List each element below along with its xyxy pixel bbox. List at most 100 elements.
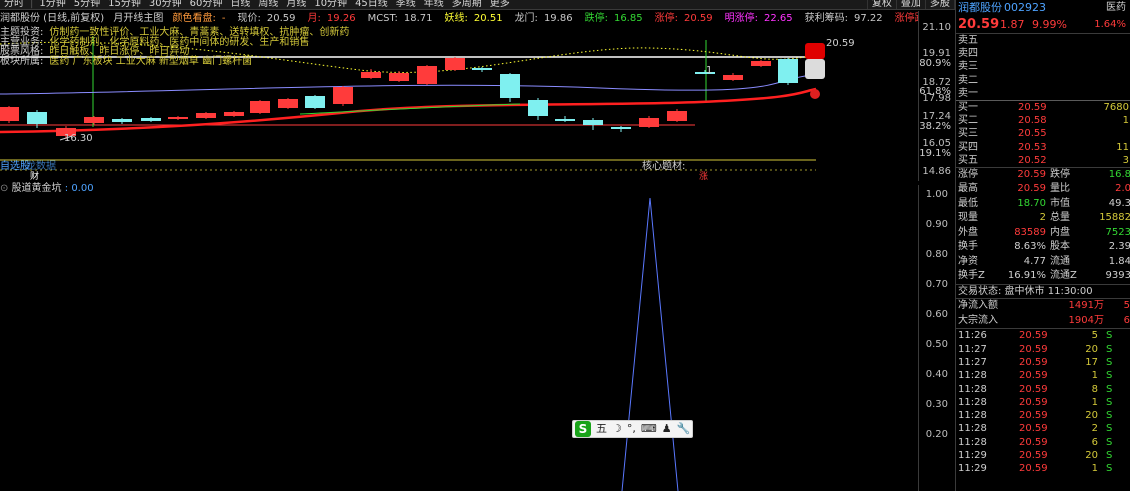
period-tab[interactable]: 45日线 — [351, 0, 392, 9]
tick-volume: 8 — [1091, 383, 1098, 395]
tick-row[interactable]: 11:28 20.59 20 S — [956, 409, 1130, 422]
tick-price: 20.59 — [1019, 423, 1048, 435]
tick-time: 11:29 — [958, 450, 987, 462]
tick-row[interactable]: 11:29 20.59 1 S — [956, 462, 1130, 475]
flow-label: 净流入额 — [958, 300, 998, 312]
tick-row[interactable]: 11:28 20.59 6 S — [956, 436, 1130, 449]
finance-badge[interactable]: 财 — [30, 172, 39, 182]
indicator-reading-value: - — [221, 13, 226, 24]
period-tab[interactable]: 1分钟 — [35, 0, 69, 9]
price-change-pct: 9.99% — [1032, 18, 1067, 31]
candle-body-up — [361, 72, 381, 78]
stat-value: 16.8 — [1108, 168, 1130, 180]
ime-settings-icon[interactable]: 🔧 — [677, 421, 691, 437]
stock-code: 002923 — [1004, 1, 1046, 14]
candle-body-down — [112, 119, 132, 122]
asks-label: 卖五 — [958, 35, 978, 46]
bids-row[interactable]: 买一 20.59 7680 — [956, 101, 1130, 114]
industry-name[interactable]: 医药 — [1106, 0, 1126, 16]
period-tab[interactable]: 多周期 — [448, 0, 486, 9]
tick-direction: S — [1106, 423, 1113, 435]
blue-ma-line — [0, 73, 821, 95]
limit-up-badge[interactable]: 涨 — [699, 172, 708, 182]
ime-keyboard-icon[interactable]: ⌨ — [641, 421, 657, 437]
red-ma-line — [0, 87, 817, 134]
stat-row: 净资 4.77 流通 1.84 — [956, 255, 1130, 270]
asks-row[interactable]: 卖五 — [956, 34, 1130, 47]
period-tab[interactable]: 月线 — [282, 0, 310, 9]
candle-body-up — [639, 118, 659, 127]
sub-indicator-svg — [621, 197, 679, 491]
price-axis-tick: 21.10 — [922, 22, 951, 33]
tick-row[interactable]: 11:29 20.59 20 S — [956, 449, 1130, 462]
ime-skin-icon[interactable]: ♟ — [662, 421, 672, 437]
period-tab[interactable]: 30分钟 — [145, 0, 186, 9]
period-tab[interactable]: 分时 — [0, 0, 28, 9]
period-tab[interactable]: 15分钟 — [104, 0, 145, 9]
flow-extra: 6 — [1123, 314, 1130, 326]
asks-row[interactable]: 卖二 — [956, 74, 1130, 87]
tick-direction: S — [1106, 463, 1113, 475]
tick-row[interactable]: 11:27 20.59 17 S — [956, 356, 1130, 369]
sub-axis-tick: 1.00 — [925, 189, 948, 200]
period-tab[interactable]: 10分钟 — [310, 0, 351, 9]
tick-price: 20.59 — [1019, 356, 1048, 368]
indicator-name[interactable]: 月开线主图 — [113, 13, 163, 24]
bids-row[interactable]: 买四 20.53 11 — [956, 141, 1130, 154]
period-tab[interactable]: 更多 — [486, 0, 514, 9]
stat-label: 涨停 — [958, 168, 978, 180]
ask-book: 卖五 卖四 卖三 卖二 卖一 — [956, 34, 1130, 100]
stat-value: 18.70 — [1017, 197, 1046, 209]
ime-halfwidth-icon[interactable]: ☽ — [612, 421, 622, 437]
toolbar-button[interactable]: 多股 — [924, 0, 954, 9]
bids-row[interactable]: 买二 20.58 1 — [956, 114, 1130, 127]
period-tab[interactable]: 年线 — [420, 0, 448, 9]
sub-indicator-chart[interactable] — [0, 195, 918, 491]
ime-logo-icon[interactable]: S — [575, 421, 591, 437]
toolbar-button[interactable]: 叠加 — [895, 0, 925, 9]
dragon-data-label: 龙数据 — [26, 161, 56, 172]
tick-row[interactable]: 11:26 20.59 5 S — [956, 329, 1130, 342]
period-tab[interactable]: 60分钟 — [186, 0, 227, 9]
stat-label: 总量 — [1050, 212, 1070, 224]
stat-value: 2.0 — [1115, 183, 1130, 195]
asks-row[interactable]: 卖三 — [956, 60, 1130, 73]
period-tab[interactable]: 季线 — [392, 0, 420, 9]
tick-row[interactable]: 11:28 20.59 1 S — [956, 369, 1130, 382]
bids-row[interactable]: 买三 20.55 — [956, 127, 1130, 140]
price-axis-tick: 19.1% — [919, 148, 951, 159]
asks-row[interactable]: 卖一 — [956, 87, 1130, 100]
ime-mode-toggle[interactable]: 五 — [596, 421, 607, 437]
stat-label: 流通Z — [1050, 270, 1077, 282]
stat-row: 最低 18.70 市值 49.3 — [956, 197, 1130, 212]
stock-name[interactable]: 润都股份 — [958, 0, 1002, 16]
asks-row[interactable]: 卖四 — [956, 47, 1130, 60]
bid-book: 买一 20.59 7680 买二 20.58 1 买三 20.55 买四 20.53 11 买五 20.… — [956, 101, 1130, 167]
period-tab[interactable]: 日线 — [226, 0, 254, 9]
sub-indicator-name[interactable]: 股道黄金坑 — [12, 183, 62, 194]
candlestick-chart[interactable]: 主题投资: 仿制药一致性评价、工业大麻、青蒿素、送转填权、抗肿瘤、创新药 主营业务:… — [0, 26, 918, 182]
current-price: 20.59 — [958, 17, 1000, 32]
tick-row[interactable]: 11:28 20.59 2 S — [956, 422, 1130, 435]
period-tab[interactable]: 周线 — [254, 0, 282, 9]
tick-volume: 6 — [1091, 436, 1098, 448]
tick-row[interactable]: 11:28 20.59 1 S — [956, 396, 1130, 409]
tick-direction: S — [1106, 370, 1113, 382]
toolbar-button[interactable]: 复权 — [866, 0, 896, 9]
tick-time: 11:27 — [958, 356, 987, 368]
bids-row[interactable]: 买五 20.52 3 — [956, 154, 1130, 167]
tick-row[interactable]: 11:27 20.59 20 S — [956, 343, 1130, 356]
ime-toolbar[interactable]: S 五 ☽ °, ⌨ ♟ 🔧 — [572, 420, 693, 438]
stat-label: 股本 — [1050, 241, 1070, 253]
tick-list[interactable]: 11:26 20.59 5 S 11:27 20.59 20 S 11:27 20.59 17 S 11… — [956, 328, 1130, 475]
fund-flows: 净流入额 1491万 5 大宗流入 1904万 6 — [956, 298, 1130, 328]
tick-time: 11:28 — [958, 383, 987, 395]
indicator-reading-value: 22.65 — [763, 13, 793, 24]
sub-indicator-line — [621, 197, 679, 491]
sub-indicator-icon[interactable]: ⊙ — [0, 183, 12, 194]
indicator-reading-label: 跌停: — [584, 13, 608, 24]
ime-punct-icon[interactable]: °, — [627, 421, 636, 437]
period-tab[interactable]: 5分钟 — [70, 0, 104, 9]
tick-row[interactable]: 11:28 20.59 8 S — [956, 383, 1130, 396]
stat-label: 量比 — [1050, 183, 1070, 195]
